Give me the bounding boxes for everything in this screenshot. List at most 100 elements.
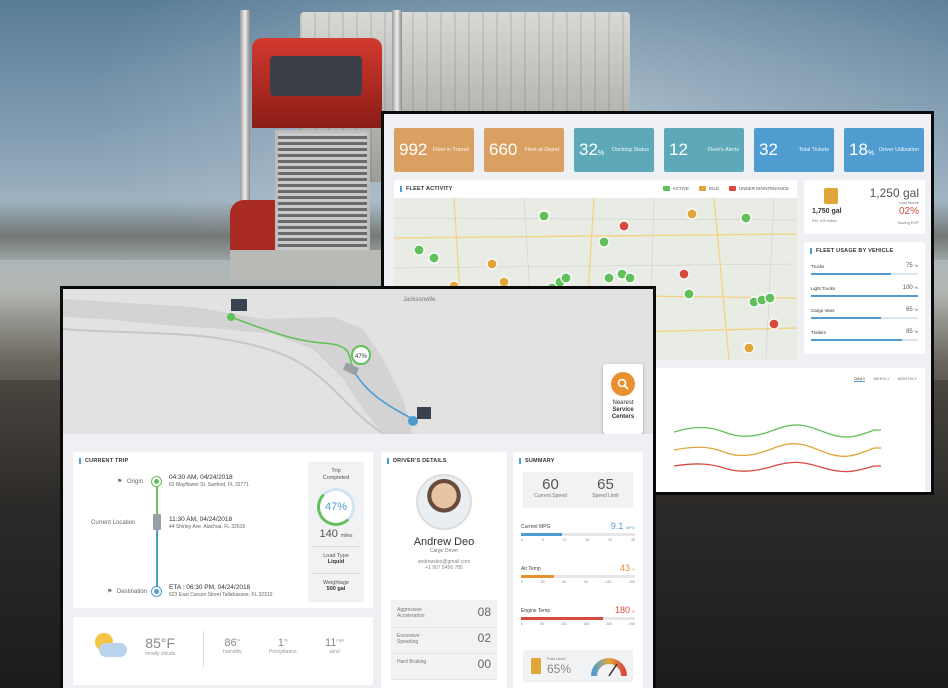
fuel-pump-icon	[531, 658, 541, 674]
load-type-label: Load Type	[312, 546, 360, 559]
mpg-fill	[521, 533, 563, 536]
precip-unit: %	[284, 637, 288, 643]
kpi-label: Fleet in Transit	[432, 146, 469, 153]
air-temp-value: 43 F	[620, 563, 635, 573]
origin-address: 62 Mayflower St. Sanford, FL 32771	[169, 482, 249, 488]
vehicle-marker-icon	[598, 236, 610, 248]
driver-phone[interactable]: +1 907 5456 785	[381, 565, 507, 571]
scale-tick: 90	[583, 580, 588, 584]
kpi-tile[interactable]: 660 Fleet at Depot	[484, 128, 564, 172]
mpg-label: Current MPG	[521, 524, 551, 530]
engine-temp-gauge: Engine Temp 180 F 0 50 100 150 200 250	[521, 605, 635, 626]
legend-item: UNDER MAINTENANCE	[728, 186, 789, 191]
fuel-last-month-label: Last Month	[899, 200, 919, 205]
route-map[interactable]: 47% Jacksonville Nearest Service Centers	[63, 289, 653, 434]
kpi-tile[interactable]: 18% Driver Utilization	[844, 128, 924, 172]
kpi-label: Fleet's Alerts	[707, 146, 739, 153]
vehicle-marker-icon	[428, 252, 440, 264]
service-line2: Service	[612, 407, 634, 413]
usage-row: Trucks 75 %	[811, 263, 918, 275]
fuel-last-month: 1,250 gal	[869, 186, 919, 200]
score-value: 02	[477, 631, 491, 645]
legend-item: ACTIVE	[662, 186, 689, 191]
engine-temp-scale: 0 50 100 150 200 250	[521, 622, 635, 626]
fuel-change-label: Saving EVP	[897, 220, 919, 225]
score-value: 00	[477, 657, 491, 671]
vehicle-marker-icon	[486, 258, 498, 270]
destination-time: ETA : 06:30 PM, 04/24/2018	[169, 584, 251, 591]
vehicle-marker-icon	[768, 318, 780, 330]
current-trip-card: CURRENT TRIP ⚑ Origin 04:30 AM, 04/24/20…	[73, 452, 373, 608]
vehicle-marker-icon	[683, 288, 695, 300]
driver-role: Cargo Driver	[429, 548, 459, 554]
route-progress-label: 47%	[355, 354, 368, 360]
air-temp-num: 43	[620, 563, 631, 573]
trip-completed-value: 47%	[324, 501, 348, 513]
kpi-tile[interactable]: 12 Fleet's Alerts	[664, 128, 744, 172]
air-temp-gauge: Air Temp 43 F 0 30 60 90 120 150	[521, 563, 635, 584]
origin-time: 04:30 AM, 04/24/2018	[169, 474, 233, 481]
mpg-unit: MPG	[625, 525, 635, 530]
usage-row: Light Trucks 100 %	[811, 285, 918, 297]
engine-temp-bar	[521, 617, 635, 620]
origin-label: Origin	[127, 479, 144, 485]
scale-tick: 100	[560, 622, 567, 626]
vehicle-marker-icon	[743, 342, 755, 354]
kpi-value: 18%	[849, 140, 875, 159]
service-centers-button[interactable]: Nearest Service Centers	[603, 364, 643, 434]
scale-tick: 200	[606, 622, 613, 626]
vehicle-marker-icon	[413, 244, 425, 256]
fuel-level-value: 65%	[547, 662, 572, 676]
fuel-card: 1,750 gal Per 100 miles 1,250 gal Last M…	[804, 180, 925, 234]
driver-score-row: Aggressive Acceleration 08	[391, 604, 497, 628]
kpi-tile[interactable]: 992 Fleet in Transit	[394, 128, 474, 172]
trip-completed-box: Trip Completed 47% 140 miles Load Type L…	[308, 462, 364, 602]
weather-temp: 85°F mostly clouds	[145, 635, 175, 657]
truck-window	[270, 56, 362, 96]
kpi-tile[interactable]: 32% Docking Status	[574, 128, 654, 172]
air-temp-bar	[521, 575, 635, 578]
wind-value: 11mph	[325, 637, 344, 649]
truck-icon	[698, 186, 706, 191]
humidity-unit: %	[236, 637, 241, 643]
driver-score-row: Hard Braking 00	[391, 656, 497, 680]
exhaust-stack	[240, 10, 250, 210]
driver-name: Andrew Deo	[413, 536, 475, 548]
mpg-value-num: 9.1	[610, 521, 624, 531]
weather-precip: 1% Precipitation	[269, 637, 297, 655]
fuel-gauge-icon	[591, 658, 627, 677]
usage-value: 65 %	[906, 307, 918, 313]
usage-bar	[811, 317, 881, 319]
score-label: Aggressive Acceleration	[397, 607, 425, 619]
scale-tick: 5	[541, 538, 544, 542]
fleet-usage-title: FLEET USAGE BY VEHICLE	[810, 248, 893, 254]
kpi-tile[interactable]: 32 Total Tickets	[754, 128, 834, 172]
origin-flag-icon: ⚑	[117, 479, 123, 485]
kpi-value: 32	[759, 140, 778, 159]
vehicle-marker-icon	[686, 208, 698, 220]
destination-label: Destination	[117, 589, 148, 595]
vehicle-marker-icon	[618, 220, 630, 232]
current-info: 11:30 AM, 04/24/2018 44 Shirley Ave. Ala…	[169, 516, 245, 531]
kpi-value: 32%	[579, 140, 605, 159]
humidity-label: humidity	[223, 649, 242, 655]
kpi-value: 660	[489, 140, 518, 159]
usage-value: 85 %	[906, 329, 918, 335]
speed-limit: 65 Speed Limit	[578, 472, 633, 508]
current-address: 44 Shirley Ave. Alachua, FL 32616	[169, 524, 246, 530]
usage-value: 75 %	[906, 263, 918, 269]
scale-tick: 10	[562, 538, 567, 542]
kpi-tiles: 992 Fleet in Transit 660 Fleet at Depot 32% D…	[394, 128, 924, 172]
weather-wind: 11mph wind	[325, 637, 344, 655]
current-location-label: Current Location	[91, 520, 136, 526]
fuel-level-box: Fuel Level 65%	[523, 650, 633, 682]
fuel-pump-icon	[824, 188, 838, 204]
current-speed-value: 60	[542, 476, 559, 493]
dest-flag-icon	[417, 407, 431, 419]
weightage-label: Weightage	[312, 573, 360, 586]
avatar	[416, 474, 472, 530]
service-line1: Nearest	[612, 400, 634, 406]
kpi-label: Docking Status	[612, 146, 649, 153]
scale-tick: 0	[521, 538, 523, 542]
scale-tick: 25	[631, 538, 635, 542]
